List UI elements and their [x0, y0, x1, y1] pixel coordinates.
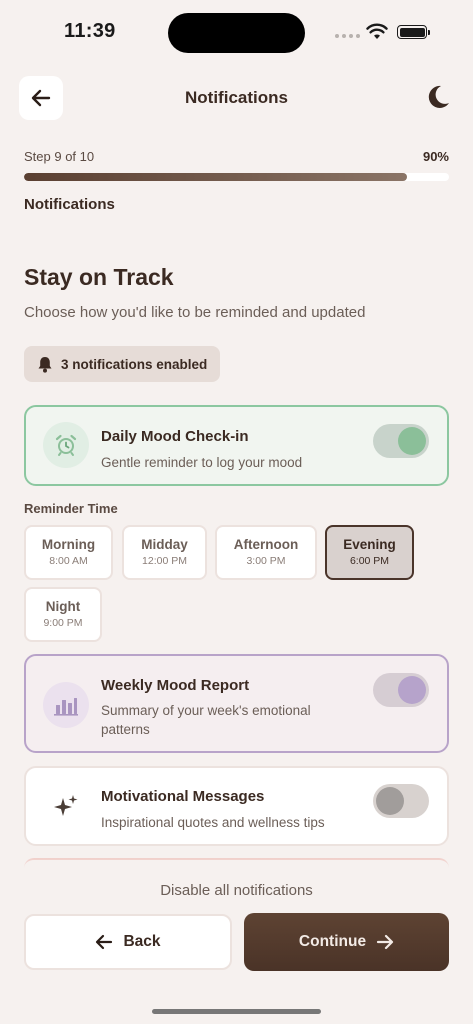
- continue-button[interactable]: Continue: [244, 913, 449, 971]
- enabled-count-badge: 3 notifications enabled: [24, 346, 221, 382]
- time-option-midday[interactable]: Midday 12:00 PM: [122, 525, 207, 580]
- section-label: Notifications: [24, 196, 115, 213]
- top-bar: Notifications: [0, 76, 473, 120]
- daily-checkin-title: Daily Mood Check-in: [101, 428, 249, 445]
- weekly-report-card[interactable]: Weekly Mood Report Summary of your week'…: [24, 654, 449, 753]
- weekly-report-desc: Summary of your week's emotional pattern…: [101, 703, 311, 737]
- badge-text: 3 notifications enabled: [61, 356, 208, 372]
- continue-button-label: Continue: [298, 933, 367, 950]
- sparkles-icon: [43, 783, 89, 829]
- progress-fill: [24, 173, 407, 181]
- daily-checkin-toggle[interactable]: [373, 424, 429, 458]
- motivational-desc: Inspirational quotes and wellness tips: [101, 815, 325, 830]
- motivational-toggle[interactable]: [373, 784, 429, 818]
- time-option-afternoon[interactable]: Afternoon 3:00 PM: [215, 525, 317, 580]
- home-indicator: [152, 1009, 321, 1014]
- wifi-icon: [366, 23, 388, 39]
- motivational-title: Motivational Messages: [101, 788, 265, 805]
- arrow-right-icon: [376, 934, 394, 950]
- battery-icon: [397, 25, 430, 39]
- signal-icon: [335, 34, 360, 38]
- status-bar: 11:39: [0, 0, 473, 64]
- time-option-time: 12:00 PM: [142, 555, 187, 567]
- disable-all-link[interactable]: Disable all notifications: [0, 882, 473, 899]
- dynamic-island: [168, 13, 305, 53]
- step-indicator: Step 9 of 10 90%: [24, 149, 449, 164]
- time-option-night[interactable]: Night 9:00 PM: [24, 587, 102, 642]
- reminder-time-label: Reminder Time: [24, 501, 118, 516]
- time-option-name: Morning: [41, 537, 96, 552]
- bar-chart-icon: [43, 682, 89, 728]
- scroll-fade: [0, 854, 473, 876]
- daily-checkin-desc: Gentle reminder to log your mood: [101, 455, 303, 470]
- back-button-label: Back: [123, 933, 161, 950]
- bell-icon: [38, 356, 52, 373]
- status-time: 11:39: [64, 20, 116, 42]
- page-title: Notifications: [185, 88, 288, 107]
- daily-checkin-card[interactable]: Daily Mood Check-in Gentle reminder to l…: [24, 405, 449, 486]
- progress-percent: 90%: [422, 149, 449, 164]
- time-option-time: 6:00 PM: [349, 555, 390, 567]
- arrow-left-icon: [96, 934, 113, 950]
- time-option-name: Midday: [141, 537, 188, 552]
- time-option-time: 3:00 PM: [246, 555, 286, 567]
- motivational-card[interactable]: Motivational Messages Inspirational quot…: [24, 766, 449, 846]
- section-subtitle: Choose how you'd like to be reminded and…: [24, 304, 366, 321]
- time-option-morning[interactable]: Morning 8:00 AM: [24, 525, 113, 580]
- step-text: Step 9 of 10: [24, 149, 95, 164]
- alarm-clock-icon: [43, 422, 89, 468]
- time-option-time: 9:00 PM: [43, 617, 83, 629]
- weekly-report-title: Weekly Mood Report: [101, 677, 250, 694]
- back-button[interactable]: Back: [24, 914, 232, 970]
- progress-bar: [24, 173, 449, 181]
- weekly-report-toggle[interactable]: [373, 673, 429, 707]
- time-option-name: Evening: [343, 537, 396, 552]
- time-option-name: Night: [45, 599, 81, 614]
- time-option-name: Afternoon: [233, 537, 299, 552]
- moon-icon[interactable]: [425, 84, 451, 110]
- time-option-time: 8:00 AM: [49, 555, 88, 567]
- time-option-evening[interactable]: Evening 6:00 PM: [325, 525, 414, 580]
- section-title: Stay on Track: [24, 264, 174, 290]
